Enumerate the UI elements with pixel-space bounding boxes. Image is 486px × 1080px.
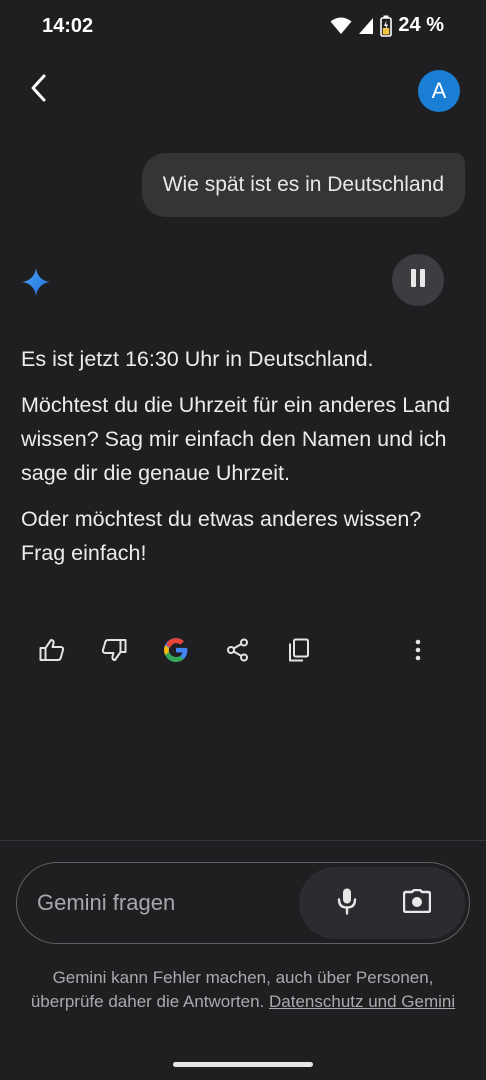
google-search-button[interactable]	[154, 630, 198, 674]
battery-percent: 24 %	[398, 14, 444, 36]
more-options-button[interactable]	[396, 630, 440, 674]
disclaimer: Gemini kann Fehler machen, auch über Per…	[20, 966, 466, 1014]
microphone-button[interactable]	[325, 881, 369, 925]
more-vertical-icon	[414, 639, 422, 666]
divider	[0, 840, 486, 841]
response-actions	[0, 630, 486, 674]
user-message-bubble: Wie spät ist es in Deutschland	[141, 153, 465, 217]
gemini-chat-screen: 14:02 24 % A Wie spät ist es in Deutschl…	[0, 0, 486, 1080]
gemini-sparkle-icon	[22, 268, 50, 301]
thumbs-up-icon	[39, 638, 65, 667]
input-actions	[299, 867, 465, 939]
back-button[interactable]	[18, 70, 58, 110]
response-paragraph: Möchtest du die Uhrzeit für ein anderes …	[21, 393, 451, 485]
privacy-link[interactable]: Datenschutz und Gemini	[269, 992, 455, 1011]
status-time: 14:02	[42, 15, 94, 37]
back-arrow-icon	[28, 73, 48, 108]
battery-icon	[380, 15, 393, 37]
thumbs-down-button[interactable]	[92, 630, 136, 674]
share-icon	[226, 638, 250, 667]
status-icons: 24 %	[330, 14, 444, 37]
copy-button[interactable]	[277, 630, 321, 674]
account-avatar[interactable]: A	[418, 70, 460, 112]
share-button[interactable]	[216, 630, 260, 674]
wifi-icon	[330, 17, 352, 35]
camera-button[interactable]	[395, 881, 439, 925]
prompt-input-placeholder[interactable]: Gemini fragen	[37, 863, 175, 943]
thumbs-up-button[interactable]	[30, 630, 74, 674]
microphone-icon	[337, 887, 357, 920]
pause-button[interactable]	[392, 254, 444, 306]
camera-icon	[402, 888, 432, 918]
google-icon	[163, 637, 189, 668]
gemini-response: Es ist jetzt 16:30 Uhr in Deutschland. M…	[21, 342, 471, 582]
pause-icon	[409, 268, 427, 293]
signal-icon	[358, 17, 374, 35]
prompt-input-box[interactable]: Gemini fragen	[16, 862, 470, 944]
response-paragraph: Oder möchtest du etwas anderes wissen? F…	[21, 507, 422, 565]
home-indicator[interactable]	[173, 1062, 313, 1067]
thumbs-down-icon	[101, 638, 127, 667]
copy-icon	[288, 638, 310, 667]
response-paragraph: Es ist jetzt 16:30 Uhr in Deutschland.	[21, 347, 374, 371]
